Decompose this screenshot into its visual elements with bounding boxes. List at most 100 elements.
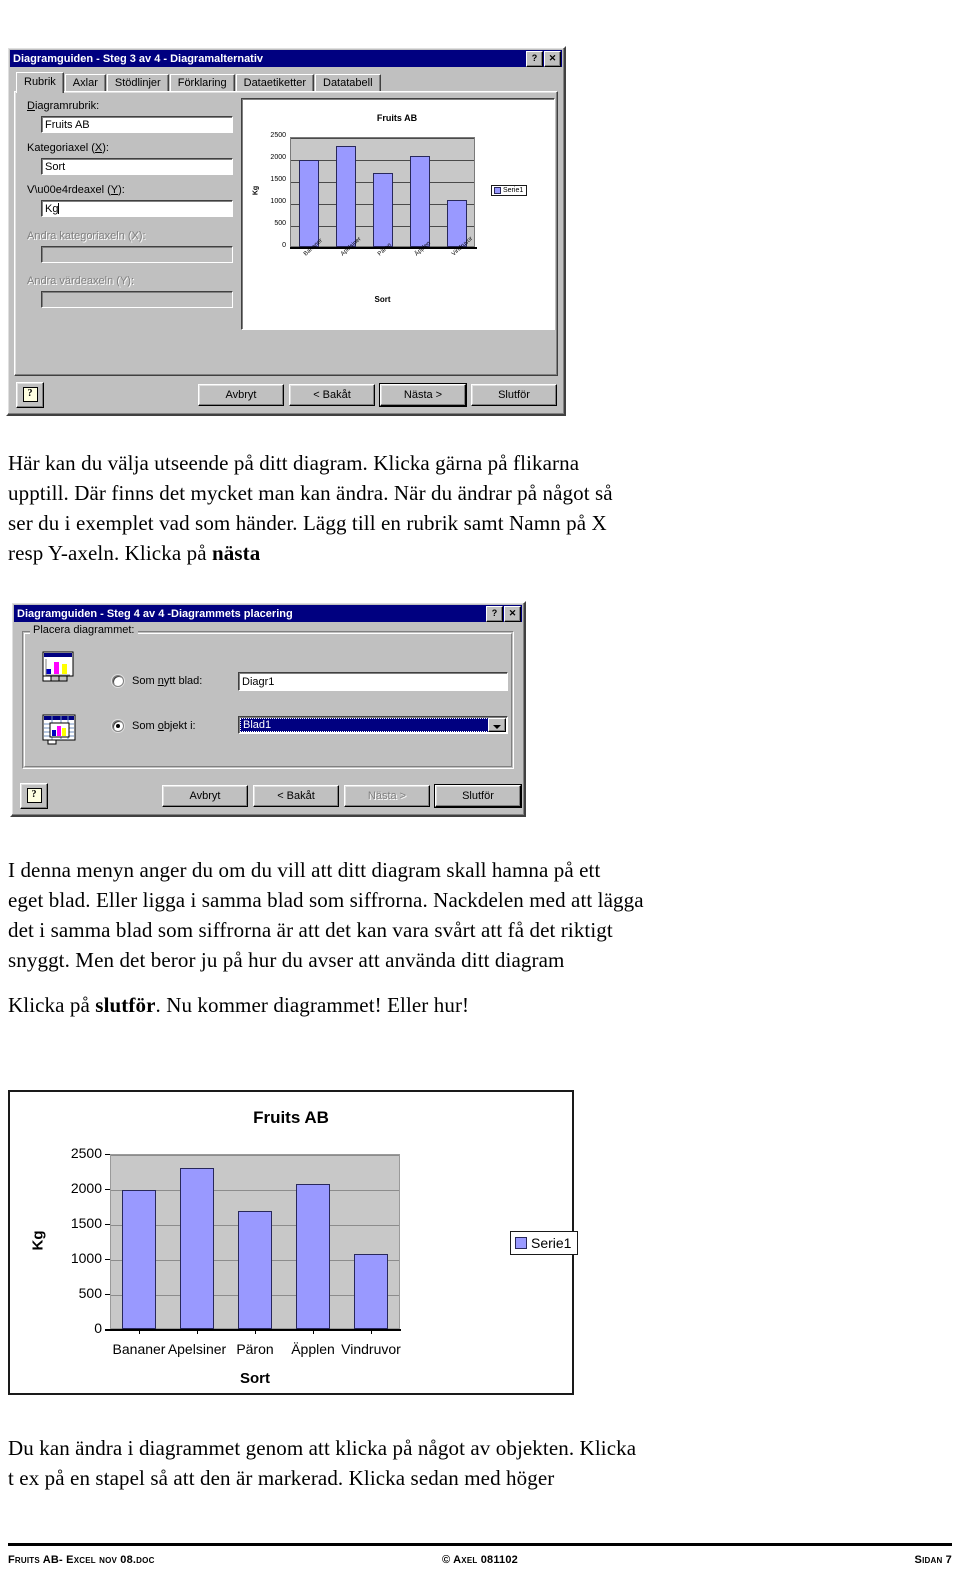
x-tick-mark [371,1329,372,1334]
dialog3-tab-strip[interactable]: Rubrik Axlar Stödlinjer Förklaring Dataetike… [16,72,382,93]
paragraph-2: I denna menyn anger du om du vill att di… [8,855,908,975]
new-sheet-name-input[interactable]: Diagr1 [238,672,508,691]
chart-legend[interactable]: Serie1 [510,1231,579,1255]
embed-in-sheet-icon [42,713,80,745]
preview-x-axis-line [290,247,477,249]
preview-y-tick-label: 2500 [270,132,286,139]
footer-right: Sidan 7 [914,1554,952,1566]
bar-päron[interactable] [238,1210,272,1329]
button-nästa[interactable]: Nästa > [380,384,466,406]
dialog4-button-row: Avbryt < Bakåt Nästa > Slutför [12,785,524,809]
help-titlebar-button[interactable]: ? [526,50,543,67]
dialog3-panel: Diagramrubrik: Fruits AB Kategoriaxel (X… [14,91,558,376]
button-slutför[interactable]: Slutför [435,785,521,807]
radio-som-objekt-i[interactable] [112,720,124,732]
sheet-select-combobox[interactable]: Blad1 [238,716,508,734]
text-caret [58,203,60,214]
andra-kategoriaxeln-input [41,246,233,263]
preview-gridline [291,138,474,139]
legend-swatch-serie1 [515,1237,527,1249]
bar-apelsiner[interactable] [180,1168,214,1329]
bar-bananer[interactable] [122,1190,156,1329]
label-som-objekt-i: Som objekt i: [132,720,196,732]
dialog4-titlebar[interactable]: Diagramguiden - Steg 4 av 4 -Diagrammets… [14,605,522,622]
p4-line1: Du kan ändra i diagrammet genom att klic… [8,1436,637,1460]
tab-dataetiketter[interactable]: Dataetiketter [235,74,314,92]
p2-line2: eget blad. Eller ligga i samma blad som … [8,888,644,912]
y-tick-label: 1500 [70,1215,102,1231]
vardeaxel-value: Kg [45,203,59,215]
x-tick-mark [313,1329,314,1334]
tab-st-dlinjer[interactable]: Stödlinjer [106,74,169,92]
y-tick-label: 2500 [70,1145,102,1161]
close-icon[interactable]: ✕ [504,605,521,622]
preview-legend-label: Serie1 [503,187,524,194]
tab-axlar[interactable]: Axlar [64,74,106,92]
button-bakåt[interactable]: < Bakåt [289,384,375,406]
p3-prefix: Klicka på [8,993,96,1017]
preview-y-axis-label: Kg [252,185,260,196]
label-diagramrubrik: Diagramrubrik: [27,100,100,112]
preview-y-tick-label: 2000 [270,154,286,161]
p2-line4: snyggt. Men det beror ju på hur du avser… [8,948,565,972]
chart-title: Fruits AB [253,1108,329,1127]
p2-line1: I denna menyn anger du om du vill att di… [8,858,601,882]
sheet-select-value: Blad1 [240,718,489,732]
result-bar-chart[interactable]: Fruits AB Kg Sort 0 500 1000 1500 2000 2500 B… [8,1090,579,1395]
preview-legend: Serie1 [491,185,528,196]
y-tick-mark [105,1259,110,1260]
chart-wizard-step3-dialog[interactable]: Diagramguiden - Steg 3 av 4 - Diagramalt… [6,46,566,416]
chart-wizard-step4-dialog[interactable]: Diagramguiden - Steg 4 av 4 -Diagrammets… [10,601,526,817]
p1-line4: resp Y-axeln. Klicka på nästa [8,541,261,565]
preview-x-axis-label: Sort [374,295,391,304]
chevron-down-icon[interactable] [488,718,506,732]
diagramrubrik-input[interactable]: Fruits AB [41,116,233,133]
x-tick-mark [197,1329,198,1334]
close-icon[interactable]: ✕ [544,50,561,67]
radio-som-nytt-blad[interactable] [112,675,124,687]
dialog4-title: Diagramguiden - Steg 4 av 4 -Diagrammets… [17,607,293,620]
preview-bar-apelsiner [335,145,356,247]
x-tick-mark [255,1329,256,1334]
button-nästa: Nästa > [344,785,430,807]
button-slutför[interactable]: Slutför [471,384,557,406]
dialog3-button-row: Avbryt < Bakåt Nästa > Slutför [8,384,564,408]
tab-f-rklaring[interactable]: Förklaring [169,74,235,92]
bar-äpplen[interactable] [296,1184,330,1329]
button-bakåt[interactable]: < Bakåt [253,785,339,807]
x-axis-line [105,1329,401,1331]
kategoriaxel-input[interactable]: Sort [41,158,233,175]
preview-y-tick-label: 0 [282,242,286,249]
tab-datatabell[interactable]: Datatabell [315,74,381,92]
y-tick-mark [105,1154,110,1155]
paragraph-3: Klicka på slutför. Nu kommer diagrammet!… [8,990,908,1020]
preview-y-tick-label: 500 [274,220,286,227]
footer-rule [8,1543,952,1546]
preview-legend-swatch [494,187,501,194]
p1-line1: Här kan du välja utseende på ditt diagra… [8,451,580,475]
y-tick-mark [105,1294,110,1295]
p2-line3: det i samma blad som siffrorna är att de… [8,918,613,942]
p1-emphasis-nasta: nästa [211,541,261,565]
preview-bar-bananer [298,159,319,247]
label-som-nytt-blad: Som nytt blad: [132,675,203,687]
andra-vardeaxeln-input [41,291,233,308]
label-vardeaxel: V\u00e4rdeaxel (Y): [27,184,125,196]
placera-diagrammet-group [22,631,514,769]
p1-line2: upptill. Där finns det mycket man kan än… [8,481,613,505]
x-tick-mark [139,1329,140,1334]
new-sheet-icon [42,651,80,683]
bar-vindruvor[interactable] [354,1253,388,1329]
radio-selected-dot [116,724,120,728]
dialog3-titlebar[interactable]: Diagramguiden - Steg 3 av 4 - Diagramalt… [10,50,562,67]
label-kategoriaxel: Kategoriaxel (X): [27,142,109,154]
button-avbryt[interactable]: Avbryt [162,785,248,807]
tab-rubrik[interactable]: Rubrik [16,72,64,93]
x-axis-label: Sort [240,1370,270,1387]
y-tick-label: 1000 [70,1250,102,1266]
y-tick-label: 0 [94,1320,102,1336]
help-titlebar-button[interactable]: ? [486,605,503,622]
button-avbryt[interactable]: Avbryt [198,384,284,406]
p4-line2: t ex på en stapel så att den är markerad… [8,1466,555,1490]
vardeaxel-input[interactable]: Kg [41,200,233,217]
